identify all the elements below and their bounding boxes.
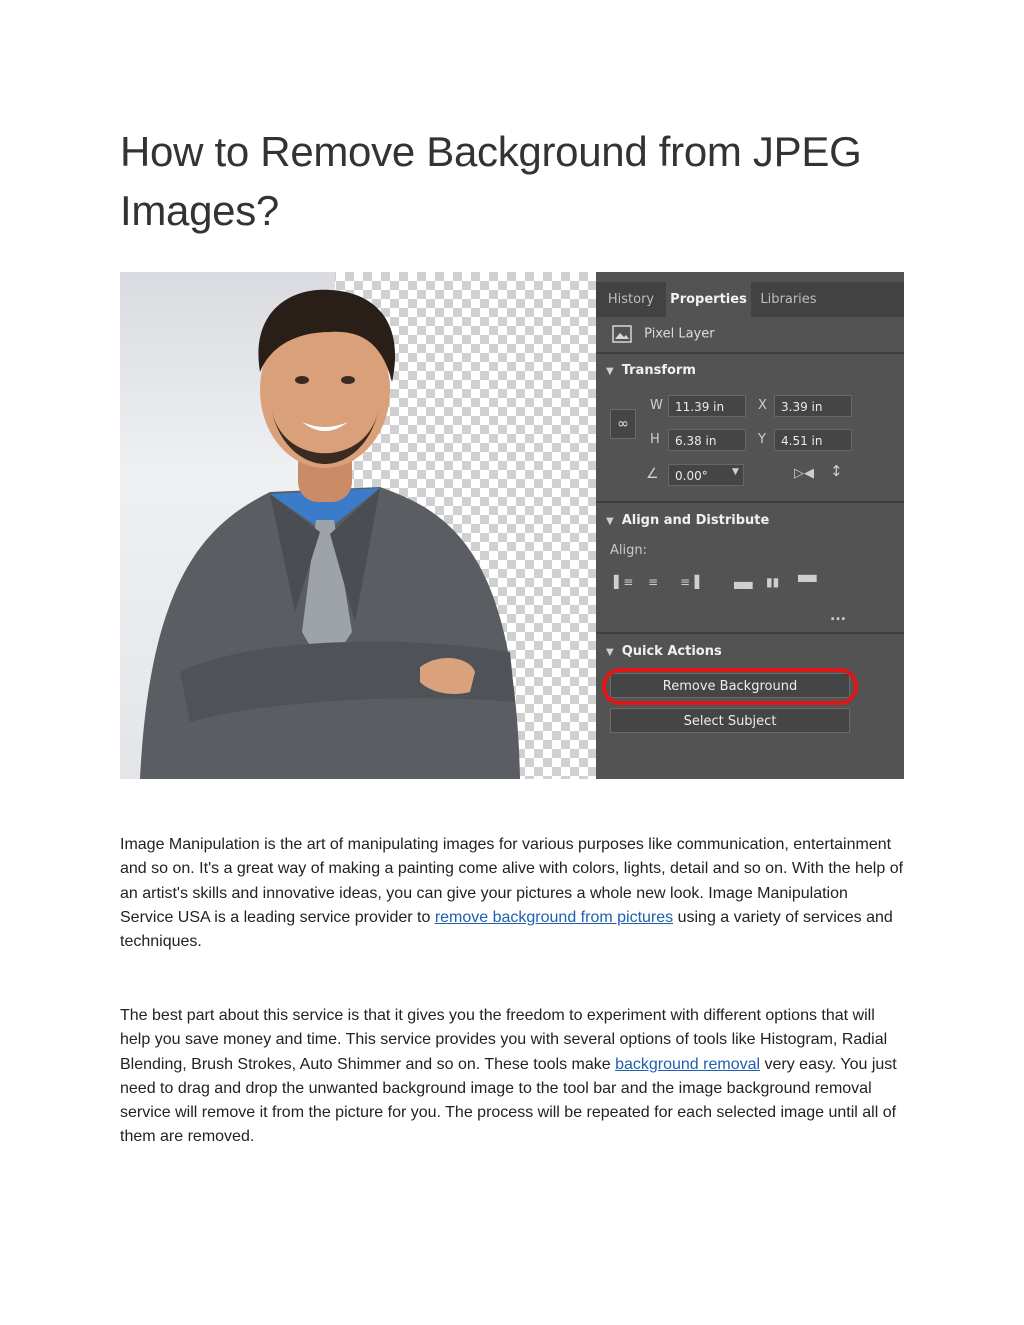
chevron-down-icon: ▼ <box>606 366 614 377</box>
height-label: H <box>650 432 660 447</box>
chevron-down-icon[interactable]: ▼ <box>732 467 739 477</box>
businessman-photo <box>140 289 520 779</box>
divider <box>596 352 904 354</box>
align-vertical-center-icon[interactable]: ▮▮ <box>766 575 779 589</box>
height-field[interactable]: 6.38 in <box>668 429 746 451</box>
tab-history[interactable]: History <box>596 282 666 317</box>
align-horizontal-center-icon[interactable]: ≡ <box>648 575 658 589</box>
highlight-circle <box>602 668 858 705</box>
remove-background-link[interactable]: remove background from pictures <box>435 909 673 926</box>
tab-libraries[interactable]: Libraries <box>751 282 826 317</box>
properties-panel: History Properties Libraries Pixel Layer… <box>596 272 904 779</box>
more-options-icon[interactable]: ... <box>830 608 846 624</box>
chevron-down-icon: ▼ <box>606 516 614 527</box>
align-left-icon[interactable]: ▌≡ <box>614 575 633 589</box>
link-dimensions-icon[interactable]: ∞ <box>610 409 636 439</box>
y-field[interactable]: 4.51 in <box>774 429 852 451</box>
paragraph-benefits: The best part about this service is that… <box>120 1004 904 1150</box>
image-icon <box>612 325 632 343</box>
align-bottom-icon[interactable]: ▀▀ <box>798 575 816 589</box>
select-subject-button[interactable]: Select Subject <box>610 708 850 733</box>
width-label: W <box>650 398 663 413</box>
width-field[interactable]: 11.39 in <box>668 395 746 417</box>
flip-vertical-icon[interactable]: ↕ <box>830 462 843 480</box>
quick-actions-heading[interactable]: ▼ Quick Actions <box>606 644 722 659</box>
x-label: X <box>758 398 767 413</box>
tab-properties[interactable]: Properties <box>666 282 751 317</box>
y-label: Y <box>758 432 766 447</box>
align-top-icon[interactable]: ▄▄ <box>734 575 752 589</box>
page-title: How to Remove Background from JPEG Image… <box>120 128 862 234</box>
tutorial-image: History Properties Libraries Pixel Layer… <box>120 272 904 779</box>
photo-canvas <box>120 272 596 779</box>
align-right-icon[interactable]: ≡▐ <box>680 575 699 589</box>
flip-horizontal-icon[interactable]: ▷◀ <box>794 466 814 481</box>
background-removal-link[interactable]: background removal <box>615 1056 760 1073</box>
layer-type-label: Pixel Layer <box>644 326 715 342</box>
paragraph-intro: Image Manipulation is the art of manipul… <box>120 833 904 954</box>
align-label: Align: <box>610 543 647 558</box>
divider <box>596 501 904 503</box>
divider <box>596 632 904 634</box>
x-field[interactable]: 3.39 in <box>774 395 852 417</box>
angle-icon: ∠ <box>646 466 659 482</box>
panel-tabs: History Properties Libraries <box>596 282 904 317</box>
chevron-down-icon: ▼ <box>606 647 614 658</box>
align-heading[interactable]: ▼ Align and Distribute <box>606 513 769 528</box>
transform-heading[interactable]: ▼ Transform <box>606 363 696 378</box>
layer-type-row: Pixel Layer <box>612 325 715 343</box>
